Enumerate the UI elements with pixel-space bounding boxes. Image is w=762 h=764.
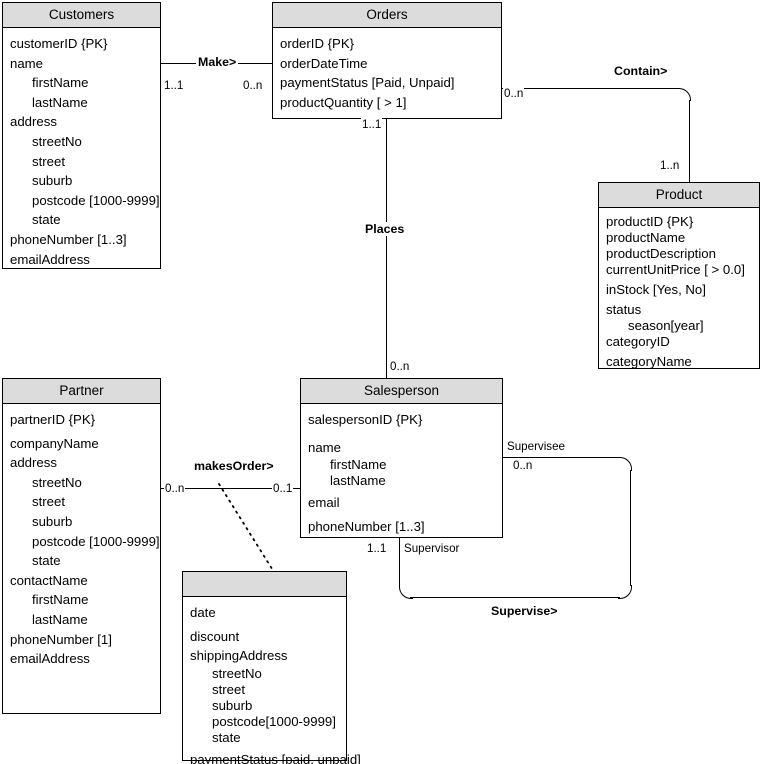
cardinality-supervisee: 0..n: [512, 459, 534, 472]
attribute: date: [190, 605, 216, 620]
relationship-corner-supervise-topright: [618, 457, 632, 471]
attribute: firstName: [32, 592, 89, 608]
attribute: streetNo: [212, 665, 262, 681]
entity-partner-title: Partner: [3, 379, 160, 404]
entity-association-title: [183, 572, 346, 597]
attribute: emailAddress: [10, 651, 90, 667]
attribute: postcode [1000-9999]: [32, 533, 160, 549]
er-diagram-canvas: Customers customerID {PK} name firstName…: [0, 0, 762, 764]
attribute: productQuantity [ > 1]: [280, 94, 407, 110]
relationship-label-supervise: Supervise>: [489, 604, 560, 618]
entity-customers-attributes: customerID {PK} name firstName lastName …: [3, 28, 160, 276]
attribute: currentUnitPrice [ > 0.0]: [606, 262, 745, 277]
entity-partner[interactable]: Partner partnerID {PK} companyName addre…: [2, 378, 161, 714]
cardinality-places-salesperson: 0..n: [389, 360, 411, 373]
relationship-line-supervise-right: [630, 470, 631, 586]
entity-association-attributes: date discount shippingAddress streetNo s…: [183, 597, 361, 764]
entity-orders-attributes: orderID {PK} orderDateTime paymentStatus…: [273, 28, 501, 119]
entity-product-attributes: productID {PK} productName productDescri…: [599, 208, 759, 377]
attribute: suburb: [212, 697, 253, 713]
attribute: paymentStatus [Paid, Unpaid]: [280, 75, 455, 91]
entity-product[interactable]: Product productID {PK} productName produ…: [598, 182, 760, 369]
attribute: season[year]: [628, 318, 704, 333]
entity-customers[interactable]: Customers customerID {PK} name firstName…: [2, 2, 161, 269]
attribute: email: [308, 495, 340, 511]
attribute: orderID {PK}: [280, 36, 355, 51]
entity-product-title: Product: [599, 183, 759, 208]
role-label-supervisee: Supervisee: [506, 440, 567, 453]
attribute: partnerID {PK}: [10, 412, 96, 427]
attribute: lastName: [32, 611, 88, 627]
attribute: street: [32, 153, 65, 169]
role-label-supervisor: Supervisor: [403, 542, 461, 555]
relationship-label-contain: Contain>: [612, 64, 670, 78]
attribute: status: [606, 302, 642, 317]
attribute: phoneNumber [1..3]: [10, 231, 127, 247]
attribute: suburb: [32, 173, 73, 189]
relationship-corner-supervise-bottomright: [618, 585, 632, 599]
attribute: state: [32, 212, 61, 228]
attribute: paymentStatus [paid, unpaid]: [190, 751, 361, 764]
attribute: streetNo: [32, 133, 82, 149]
attribute: productID {PK}: [606, 214, 694, 229]
attribute: productName: [606, 230, 686, 245]
relationship-label-makesorder: makesOrder>: [192, 459, 276, 473]
entity-orders-title: Orders: [273, 3, 501, 28]
attribute: firstName: [330, 457, 387, 473]
entity-customers-title: Customers: [3, 3, 160, 28]
attribute: contactName: [10, 572, 88, 588]
cardinality-make-customers: 1..1: [163, 79, 185, 92]
relationship-corner-supervise-bottomleft: [399, 585, 413, 599]
attribute: name: [308, 439, 341, 455]
cardinality-make-orders: 0..n: [242, 79, 264, 92]
relationship-line-contain-horizontal: [501, 88, 679, 89]
attribute: street: [212, 681, 245, 697]
cardinality-supervisor: 1..1: [366, 542, 388, 555]
attribute: streetNo: [32, 474, 82, 490]
entity-salesperson-attributes: salespersonID {PK} name firstName lastNa…: [301, 404, 502, 543]
attribute: name: [10, 55, 43, 71]
attribute: postcode[1000-9999]: [212, 713, 336, 729]
attribute: categoryID: [606, 334, 670, 349]
attribute: orderDateTime: [280, 55, 368, 71]
relationship-label-make: Make>: [196, 55, 239, 69]
attribute: firstName: [32, 75, 89, 91]
entity-salesperson-title: Salesperson: [301, 379, 502, 404]
relationship-line-supervise-bottom: [410, 597, 620, 598]
attribute: state: [32, 553, 61, 569]
attribute: customerID {PK}: [10, 36, 108, 51]
attribute: phoneNumber [1]: [10, 631, 112, 647]
attribute: emailAddress: [10, 251, 90, 267]
entity-partner-attributes: partnerID {PK} companyName address stree…: [3, 404, 160, 676]
attribute: salespersonID {PK}: [308, 412, 423, 427]
relationship-line-places: [386, 117, 387, 379]
cardinality-makesorder-partner: 0..n: [164, 482, 186, 495]
attribute: companyName: [10, 435, 99, 451]
attribute: lastName: [32, 94, 88, 110]
attribute: address: [10, 455, 57, 471]
attribute: lastName: [330, 473, 386, 489]
attribute: shippingAddress: [190, 648, 288, 664]
attribute: categoryName: [606, 354, 692, 369]
attribute: address: [10, 114, 57, 130]
cardinality-contain-product: 1..n: [659, 159, 681, 172]
attribute: state: [212, 729, 241, 745]
attribute: suburb: [32, 513, 73, 529]
relationship-line-supervisor-vertical: [399, 538, 400, 587]
attribute: street: [32, 494, 65, 510]
attribute: productDescription: [606, 246, 716, 261]
attribute: phoneNumber [1..3]: [308, 518, 425, 534]
entity-orders[interactable]: Orders orderID {PK} orderDateTime paymen…: [272, 2, 502, 119]
cardinality-contain-orders: 0..n: [503, 87, 525, 100]
entity-salesperson[interactable]: Salesperson salespersonID {PK} name firs…: [300, 378, 503, 538]
attribute: postcode [1000-9999]: [32, 192, 160, 208]
entity-association-unnamed[interactable]: date discount shippingAddress streetNo s…: [182, 571, 361, 764]
cardinality-makesorder-salesperson: 0..1: [272, 482, 294, 495]
relationship-line-contain-vertical: [689, 100, 690, 183]
attribute: discount: [190, 628, 240, 644]
relationship-label-places: Places: [363, 222, 407, 236]
attribute: inStock [Yes, No]: [606, 282, 706, 297]
cardinality-places-orders: 1..1: [361, 118, 383, 131]
